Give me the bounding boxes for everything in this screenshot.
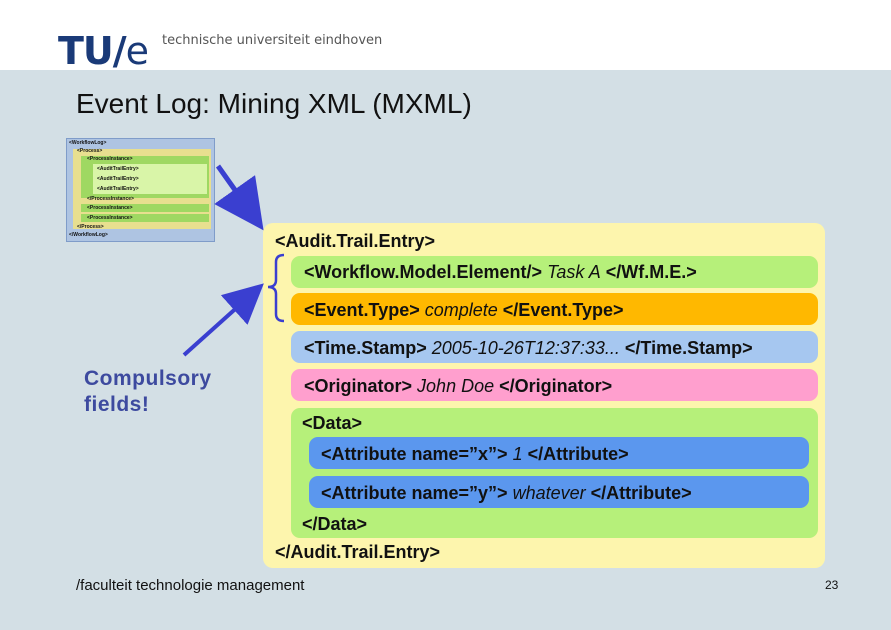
compulsory-brace (267, 253, 285, 323)
footer-text: /faculteit technologie management (76, 577, 305, 594)
compulsory-fields-note: Compulsory fields! (84, 367, 212, 416)
annotation-arrows (182, 164, 285, 357)
annotation-to-brace-arrow (182, 283, 264, 357)
thumbnail-to-entry-arrow (214, 164, 264, 231)
page-number: 23 (825, 578, 839, 592)
